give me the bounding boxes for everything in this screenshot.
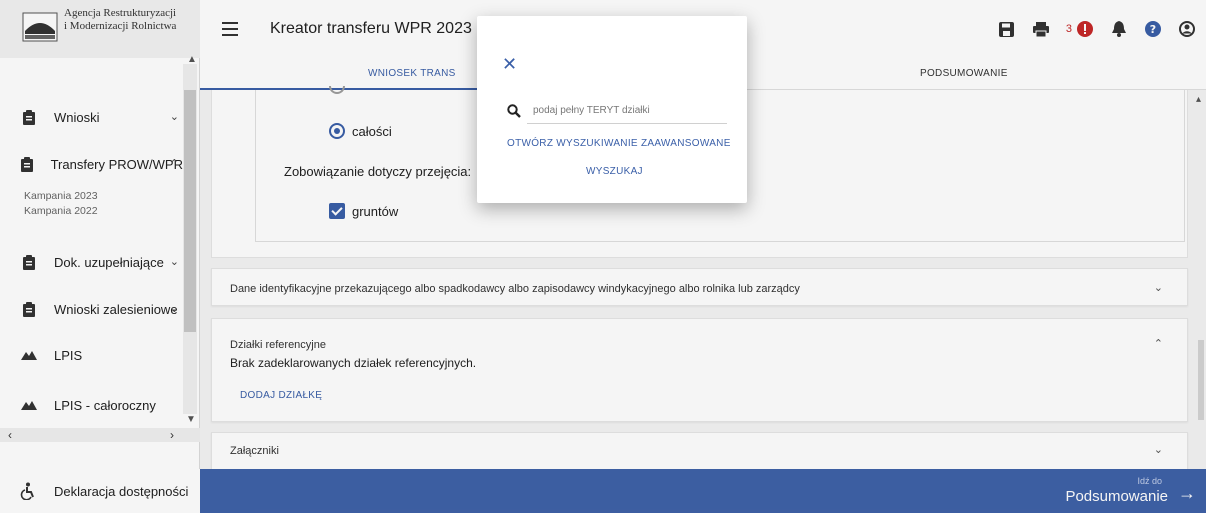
sidebar-item-dok-uzupelniajace[interactable]: Dok. uzupełniające ⌄ <box>0 247 183 277</box>
sidebar-scrollbar-thumb[interactable] <box>184 90 196 332</box>
main-scroll-up-icon[interactable]: ▴ <box>1196 94 1201 105</box>
clipboard-icon <box>20 300 38 318</box>
header-actions: 3 ? <box>998 20 1196 38</box>
panel-title: Załączniki <box>230 445 279 457</box>
sidebar-item-label: LPIS <box>54 347 83 363</box>
sidebar-item-wnioski-zalesieniowe[interactable]: Wnioski zalesieniowe ⌄ <box>0 294 183 324</box>
print-icon[interactable] <box>1032 20 1050 38</box>
tab-wniosek-transferu[interactable]: WNIOSEK TRANS <box>368 68 456 79</box>
panel-identity-data[interactable]: Dane identyfikacyjne przekazującego albo… <box>211 268 1188 306</box>
help-icon[interactable]: ? <box>1144 20 1162 38</box>
arimr-logo <box>22 12 58 42</box>
sidebar-item-label: LPIS - całoroczny <box>54 397 156 413</box>
menu-icon[interactable] <box>222 22 238 36</box>
radio-calosci-label: całości <box>352 124 392 139</box>
footer-navigation: Idź do Podsumowanie → <box>200 469 1206 513</box>
sidebar-item-label: Dok. uzupełniające <box>54 254 164 270</box>
accessibility-icon <box>20 482 34 500</box>
sidebar-item-label: Wnioski zalesieniowe <box>54 301 178 317</box>
sidebar-item-wnioski[interactable]: Wnioski ⌄ <box>0 102 183 132</box>
brand-header: Agencja Restrukturyzacji i Modernizacji … <box>0 0 200 58</box>
sidebar: Agencja Restrukturyzacji i Modernizacji … <box>0 0 200 513</box>
mountain-icon <box>20 396 38 414</box>
teryt-search-input[interactable] <box>527 98 727 124</box>
close-icon[interactable]: ✕ <box>502 54 517 75</box>
sidebar-horizontal-scrollbar[interactable]: ‹ › <box>0 428 200 442</box>
mountain-icon <box>20 346 38 364</box>
search-icon <box>507 104 521 118</box>
panel-attachments[interactable]: Załączniki ⌄ <box>211 432 1188 469</box>
arrow-right-icon[interactable]: → <box>1178 483 1196 504</box>
clipboard-icon <box>20 253 38 271</box>
app-root: Agencja Restrukturyzacji i Modernizacji … <box>0 0 1206 513</box>
chevron-down-icon: ⌄ <box>169 111 179 123</box>
alert-icon[interactable] <box>1076 20 1094 38</box>
sidebar-item-lpis[interactable]: LPIS <box>0 340 183 370</box>
sidebar-item-lpis-caloroczny[interactable]: LPIS - całoroczny <box>0 390 183 420</box>
sidebar-subitem-kampania-2022[interactable]: Kampania 2022 <box>24 205 98 217</box>
chevron-down-icon[interactable]: ⌄ <box>1154 443 1163 456</box>
chevron-down-icon[interactable]: ⌄ <box>1154 281 1163 294</box>
radio-calosci[interactable] <box>329 123 345 139</box>
checkbox-gruntow[interactable] <box>329 203 345 219</box>
tab-podsumowanie[interactable]: PODSUMOWANIE <box>920 68 1008 79</box>
chevron-up-icon: ⌃ <box>169 158 179 170</box>
panel-reference-parcels: Działki referencyjne ⌃ Brak zadeklarowan… <box>211 318 1188 422</box>
search-button[interactable]: WYSZUKAJ <box>586 166 643 177</box>
sidebar-item-label: Transfery PROW/WPR <box>50 156 183 172</box>
brand-name-line2: i Modernizacji Rolnictwa <box>64 20 177 32</box>
panel-title: Działki referencyjne <box>230 339 326 351</box>
brand-name: Agencja Restrukturyzacji i Modernizacji … <box>64 7 176 33</box>
chevron-down-icon: ⌄ <box>169 303 179 315</box>
goto-hint: Idź do <box>1137 476 1162 486</box>
page-title: Kreator transferu WPR 2023 - W <box>270 20 502 37</box>
main-scrollbar-thumb[interactable] <box>1198 340 1204 420</box>
clipboard-icon <box>20 108 38 126</box>
parcel-search-dialog: ✕ OTWÓRZ WYSZUKIWANIE ZAAWANSOWANE WYSZU… <box>477 16 747 203</box>
sidebar-subitem-kampania-2023[interactable]: Kampania 2023 <box>24 190 98 202</box>
chevron-down-icon: ⌄ <box>169 256 179 268</box>
sidebar-item-label: Deklaracja dostępności <box>54 483 189 499</box>
checkbox-gruntow-label: gruntów <box>352 204 399 219</box>
parcels-empty-message: Brak zadeklarowanych działek referencyjn… <box>230 356 477 370</box>
user-account-icon[interactable] <box>1178 20 1196 38</box>
panel-title: Dane identyfikacyjne przekazującego albo… <box>230 283 800 295</box>
scroll-right-icon[interactable]: › <box>170 428 174 442</box>
sidebar-scroll-down-icon[interactable]: ▼ <box>186 414 196 425</box>
brand-name-line1: Agencja Restrukturyzacji <box>64 7 177 19</box>
sidebar-item-label: Wnioski <box>54 109 100 125</box>
sidebar-item-deklaracja-dostepnosci[interactable]: Deklaracja dostępności <box>0 469 200 513</box>
clipboard-icon <box>20 155 35 173</box>
bell-icon[interactable] <box>1110 20 1128 38</box>
advanced-search-button[interactable]: OTWÓRZ WYSZUKIWANIE ZAAWANSOWANE <box>507 138 731 149</box>
goto-summary-button[interactable]: Podsumowanie <box>1065 488 1168 505</box>
svg-text:?: ? <box>1150 23 1156 36</box>
notification-count: 3 <box>1065 23 1072 35</box>
save-icon[interactable] <box>998 20 1016 38</box>
scroll-left-icon[interactable]: ‹ <box>8 428 12 442</box>
commitment-label: Zobowiązanie dotyczy przejęcia: <box>284 164 472 179</box>
chevron-up-icon[interactable]: ⌃ <box>1154 337 1163 350</box>
add-parcel-button[interactable]: DODAJ DZIAŁKĘ <box>240 390 322 401</box>
sidebar-item-transfery[interactable]: Transfery PROW/WPR ⌃ <box>0 149 183 179</box>
